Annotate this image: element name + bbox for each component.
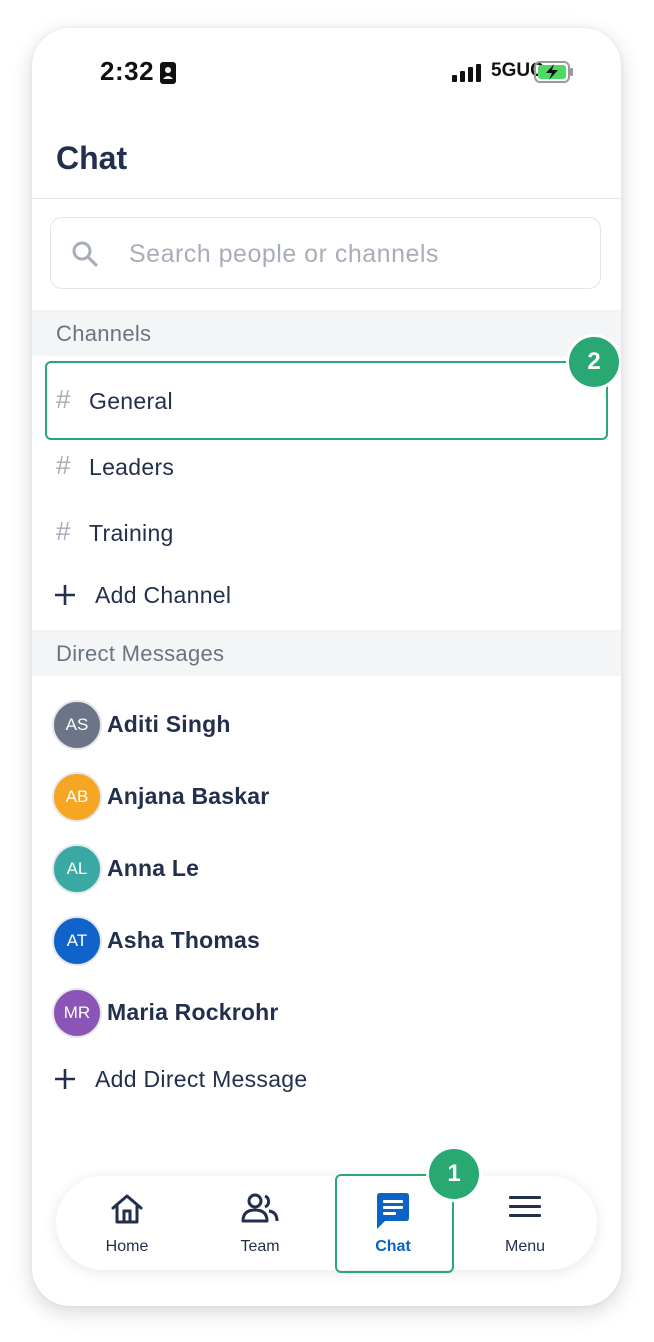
tab-label: Home bbox=[105, 1238, 149, 1255]
dm-item-maria-rockrohr[interactable]: MR Maria Rockrohr bbox=[32, 976, 621, 1048]
channel-item-general[interactable]: # General bbox=[32, 366, 621, 432]
tab-label: Chat bbox=[375, 1238, 411, 1255]
tab-team[interactable]: Team bbox=[195, 1176, 325, 1270]
hash-icon: # bbox=[56, 516, 71, 546]
tab-label: Menu bbox=[504, 1238, 546, 1255]
add-direct-message-button[interactable]: Add Direct Message bbox=[32, 1050, 621, 1106]
signal-icon bbox=[452, 64, 481, 82]
dm-item-asha-thomas[interactable]: AT Asha Thomas bbox=[32, 904, 621, 976]
avatar: MR bbox=[52, 988, 102, 1038]
avatar: AB bbox=[52, 772, 102, 822]
home-icon bbox=[111, 1194, 143, 1224]
battery-charging-icon bbox=[534, 61, 573, 83]
page-title: Chat bbox=[56, 140, 128, 176]
dm-name: Aditi Singh bbox=[107, 711, 231, 737]
direct-messages-section-header: Direct Messages bbox=[32, 630, 621, 676]
menu-icon bbox=[509, 1196, 541, 1217]
section-title: Direct Messages bbox=[56, 641, 225, 666]
add-channel-button[interactable]: Add Channel bbox=[32, 566, 621, 622]
add-channel-label: Add Channel bbox=[95, 582, 232, 608]
tab-label: Team bbox=[240, 1238, 280, 1255]
page-header: Chat bbox=[32, 118, 621, 199]
step-badge-2: 2 bbox=[566, 334, 621, 390]
dm-name: Anna Le bbox=[107, 855, 200, 881]
dm-item-anna-le[interactable]: AL Anna Le bbox=[32, 832, 621, 904]
dm-name: Maria Rockrohr bbox=[107, 999, 279, 1025]
avatar: AT bbox=[52, 916, 102, 966]
channel-label: Training bbox=[89, 520, 174, 546]
avatar: AL bbox=[52, 844, 102, 894]
hash-icon: # bbox=[56, 384, 71, 414]
contact-card-icon bbox=[160, 62, 176, 84]
dm-name: Asha Thomas bbox=[107, 927, 261, 953]
plus-icon bbox=[55, 585, 75, 605]
bottom-tab-bar: Home Team Chat Menu bbox=[56, 1176, 597, 1270]
avatar: AS bbox=[52, 700, 102, 750]
plus-icon bbox=[55, 1069, 75, 1089]
status-time: 2:32 bbox=[100, 56, 155, 86]
add-direct-message-label: Add Direct Message bbox=[95, 1066, 308, 1092]
phone-frame: 2:32 5GUC Chat Channels bbox=[32, 28, 621, 1306]
search-icon bbox=[72, 241, 98, 267]
dm-item-aditi-singh[interactable]: AS Aditi Singh bbox=[32, 688, 621, 760]
search-box[interactable] bbox=[50, 217, 601, 289]
hash-icon: # bbox=[56, 450, 71, 480]
dm-name: Anjana Baskar bbox=[107, 783, 270, 809]
team-icon bbox=[241, 1193, 279, 1223]
search-input[interactable] bbox=[127, 236, 581, 272]
channel-item-training[interactable]: # Training bbox=[32, 498, 621, 564]
dm-item-anjana-baskar[interactable]: AB Anjana Baskar bbox=[32, 760, 621, 832]
section-title: Channels bbox=[56, 321, 152, 346]
tab-menu[interactable]: Menu bbox=[460, 1176, 590, 1270]
channels-section-header: Channels bbox=[32, 310, 621, 356]
channel-label: General bbox=[89, 388, 173, 414]
chat-icon bbox=[377, 1193, 409, 1229]
channel-item-leaders[interactable]: # Leaders bbox=[32, 432, 621, 498]
status-bar: 2:32 5GUC bbox=[32, 28, 621, 118]
channel-label: Leaders bbox=[89, 454, 175, 480]
step-badge-1: 1 bbox=[426, 1146, 482, 1202]
tab-home[interactable]: Home bbox=[62, 1176, 192, 1270]
